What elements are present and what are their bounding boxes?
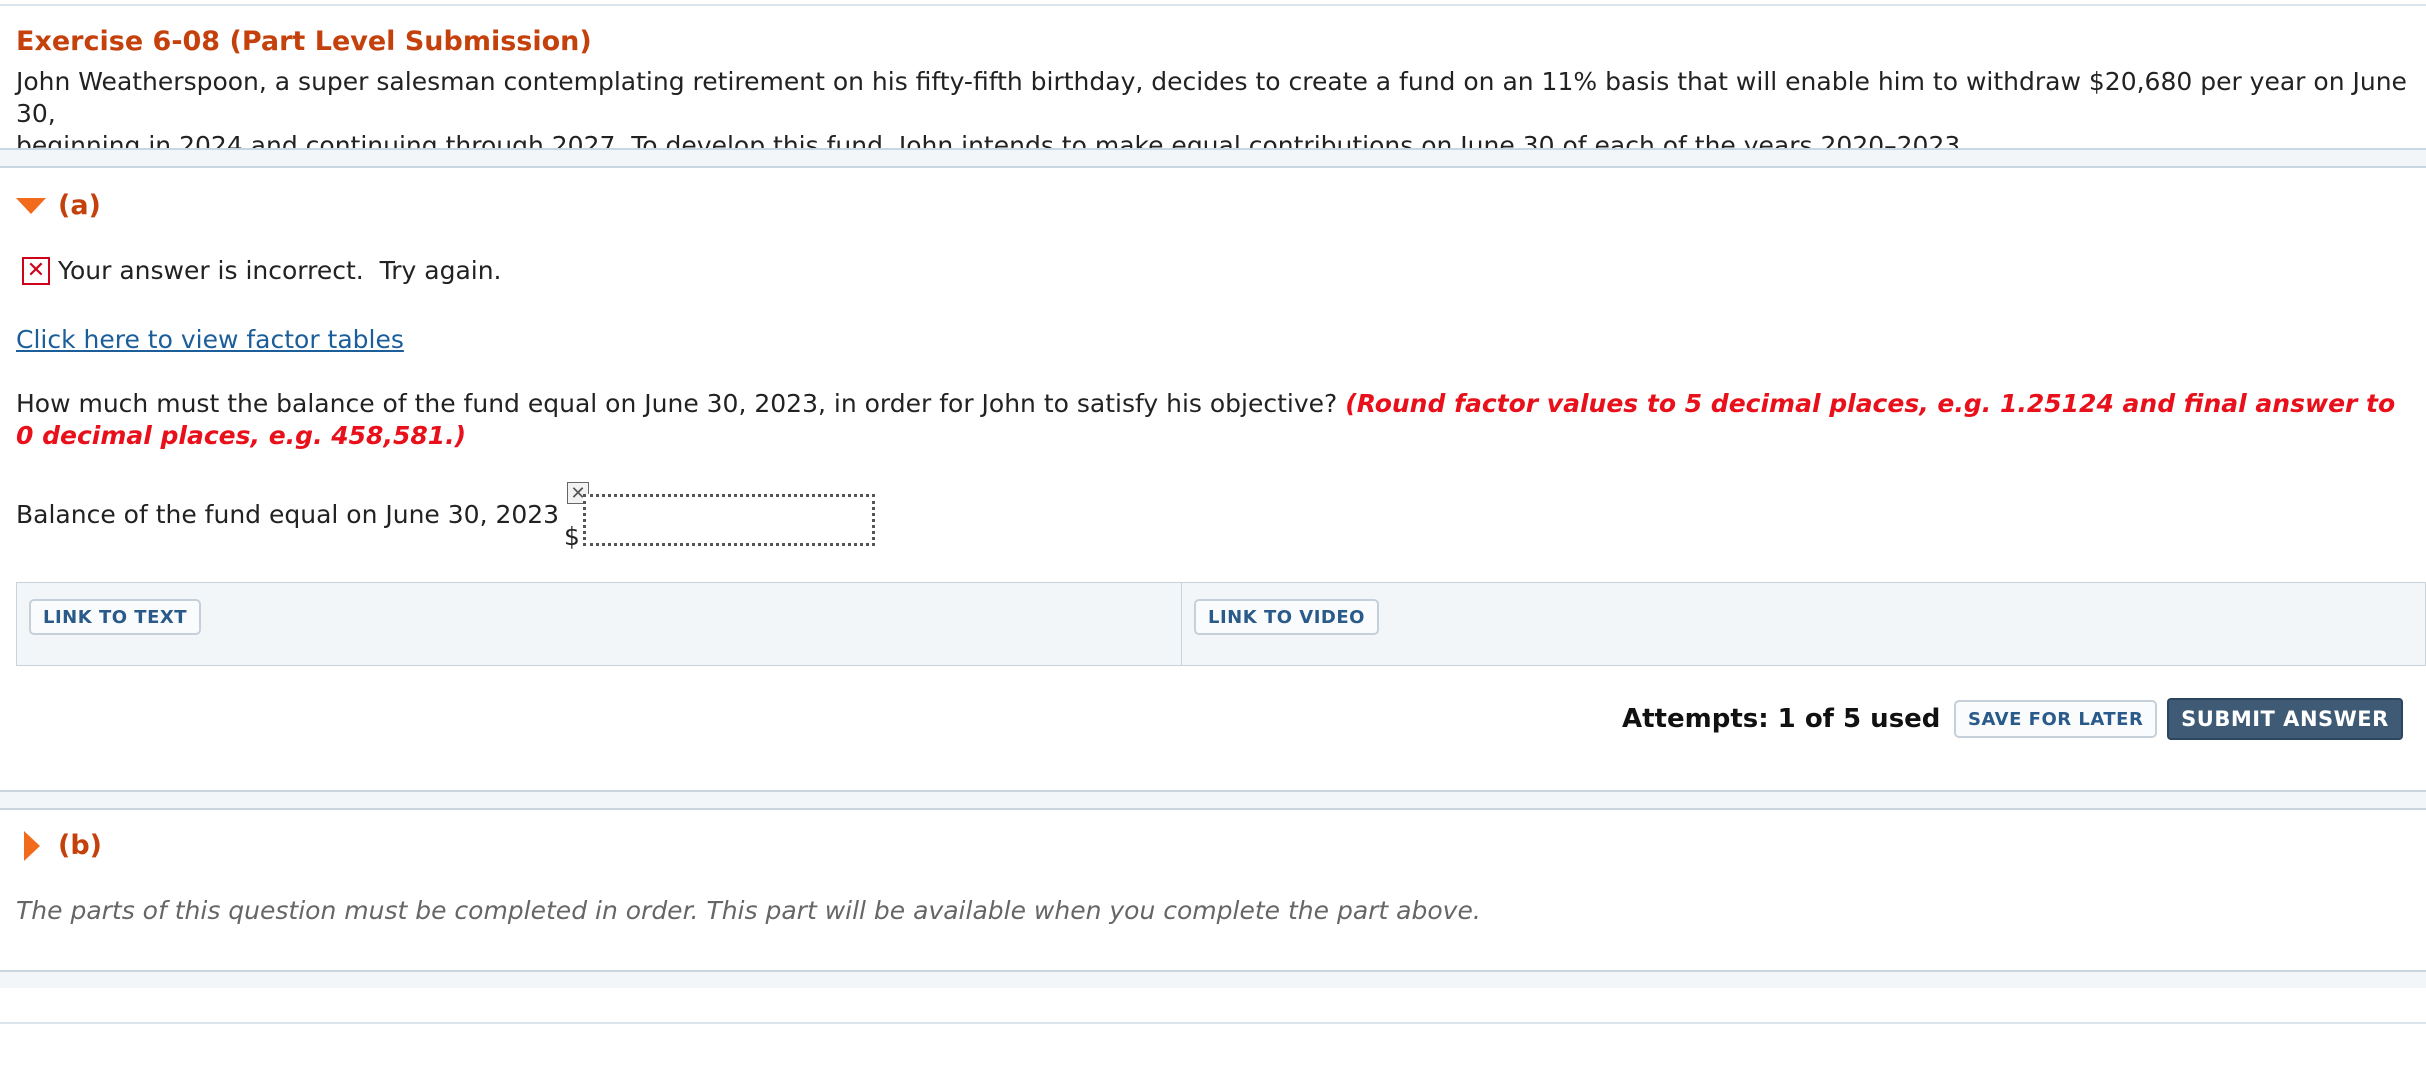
exercise-title: Exercise 6-08 (Part Level Submission)	[16, 26, 592, 57]
answer-label: Balance of the fund equal on June 30, 20…	[16, 500, 560, 529]
section-separator	[0, 1022, 2426, 1024]
exercise-header: Exercise 6-08 (Part Level Submission) Jo…	[16, 24, 2416, 162]
currency-symbol: $	[564, 522, 580, 551]
section-separator-band	[0, 150, 2426, 166]
feedback-text: Your answer is incorrect. Try again.	[58, 256, 502, 285]
part-b-label: (b)	[58, 830, 103, 861]
caret-down-icon	[16, 197, 46, 214]
attempts-counter: Attempts: 1 of 5 used	[1622, 704, 1941, 734]
caret-right-icon	[24, 830, 40, 861]
x-mark-icon: ✕	[22, 256, 50, 285]
top-rule	[0, 4, 2426, 6]
answer-feedback: ✕ Your answer is incorrect. Try again.	[22, 256, 502, 285]
factor-tables-link[interactable]: Click here to view factor tables	[16, 325, 404, 354]
section-separator	[0, 166, 2426, 168]
question-text: How much must the balance of the fund eq…	[16, 388, 2396, 452]
part-b-locked-message: The parts of this question must be compl…	[16, 896, 1481, 925]
question-prompt: How much must the balance of the fund eq…	[16, 389, 1338, 418]
section-separator	[0, 808, 2426, 810]
part-a-toggle[interactable]: (a)	[16, 190, 101, 221]
section-separator-band	[0, 972, 2426, 988]
submit-answer-button[interactable]: SUBMIT ANSWER	[2167, 698, 2403, 740]
section-separator-band	[0, 792, 2426, 808]
link-to-video-button[interactable]: LINK TO VIDEO	[1194, 599, 1379, 635]
part-a-label: (a)	[58, 190, 101, 221]
link-to-text-button[interactable]: LINK TO TEXT	[29, 599, 202, 635]
balance-answer-input[interactable]	[583, 494, 875, 546]
save-for-later-button[interactable]: SAVE FOR LATER	[1954, 700, 2158, 738]
part-b-toggle[interactable]: (b)	[16, 830, 102, 861]
problem-line-1: John Weatherspoon, a super salesman cont…	[16, 67, 2407, 128]
links-divider	[1181, 582, 1182, 666]
